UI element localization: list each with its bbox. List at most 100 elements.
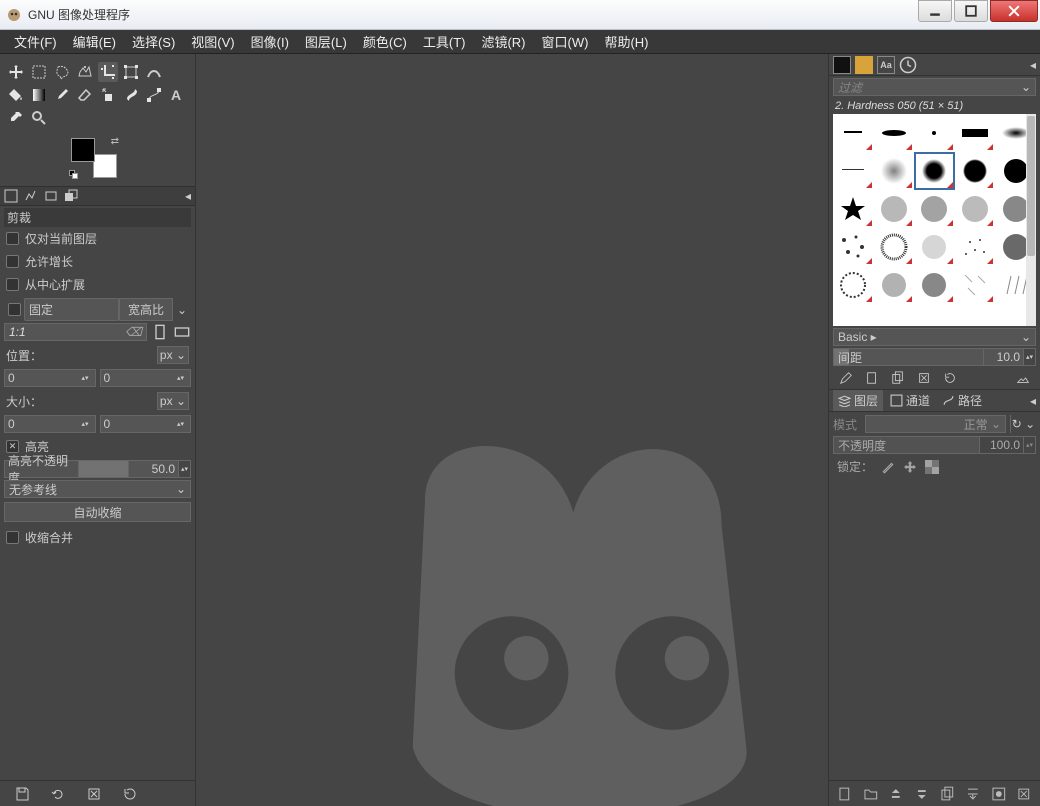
portrait-icon[interactable] <box>151 323 169 341</box>
patterns-tab-icon[interactable] <box>855 56 873 74</box>
foreground-color[interactable] <box>71 138 95 162</box>
opacity-value[interactable]: 100.0 <box>980 436 1024 454</box>
color-picker-tool[interactable] <box>6 108 26 128</box>
aspect-ratio-input[interactable]: 1:1⌫ <box>4 323 147 341</box>
reset-options-icon[interactable] <box>122 786 138 802</box>
background-color[interactable] <box>93 154 117 178</box>
brush-item[interactable] <box>833 152 874 190</box>
undo-history-tab-icon[interactable] <box>44 189 58 203</box>
brush-item[interactable] <box>914 228 955 266</box>
brush-item[interactable] <box>914 152 955 190</box>
brush-item[interactable] <box>874 152 915 190</box>
allow-grow-checkbox[interactable] <box>6 255 19 268</box>
refresh-brushes-icon[interactable] <box>943 371 957 385</box>
brush-filter-input[interactable]: 过滤⌄ <box>833 78 1036 96</box>
duplicate-layer-icon[interactable] <box>940 786 956 802</box>
save-options-icon[interactable] <box>14 786 30 802</box>
shrink-merged-checkbox[interactable] <box>6 531 19 544</box>
layers-tab-menu-icon[interactable]: ◂ <box>1030 394 1036 408</box>
channels-tab[interactable]: 通道 <box>885 390 935 411</box>
highlight-opacity-slider[interactable]: 50.0 <box>78 460 179 478</box>
gradient-tool[interactable] <box>29 85 49 105</box>
lock-position-icon[interactable] <box>903 460 917 474</box>
brush-item[interactable] <box>914 190 955 228</box>
clone-tool[interactable] <box>98 85 118 105</box>
pos-y-input[interactable]: 0▴▾ <box>100 369 192 387</box>
brush-item[interactable] <box>833 190 874 228</box>
tool-options-tab-icon[interactable] <box>4 189 18 203</box>
brush-item[interactable] <box>955 152 996 190</box>
edit-brush-icon[interactable] <box>839 371 853 385</box>
mode-reset-icon[interactable]: ↻ ⌄ <box>1010 415 1036 433</box>
merge-down-icon[interactable] <box>965 786 981 802</box>
delete-brush-icon[interactable] <box>917 371 931 385</box>
brush-item[interactable] <box>955 114 996 152</box>
brush-item[interactable] <box>955 266 996 304</box>
size-unit-dropdown[interactable]: px ⌄ <box>157 392 189 410</box>
landscape-icon[interactable] <box>173 323 191 341</box>
brushes-tab-menu-icon[interactable]: ◂ <box>1030 58 1036 72</box>
crop-tool[interactable] <box>98 62 118 82</box>
zoom-tool[interactable] <box>29 108 49 128</box>
rect-select-tool[interactable] <box>29 62 49 82</box>
fuzzy-select-tool[interactable] <box>75 62 95 82</box>
brushes-tab-icon[interactable] <box>833 56 851 74</box>
brush-item[interactable] <box>833 114 874 152</box>
layers-tab[interactable]: 图层 <box>833 390 883 411</box>
brush-item[interactable] <box>955 190 996 228</box>
spacing-spinner[interactable]: ▴▾ <box>1024 348 1036 366</box>
brush-scrollbar[interactable] <box>1026 114 1036 326</box>
menu-edit[interactable]: 编辑(E) <box>65 29 124 54</box>
brush-item[interactable] <box>874 266 915 304</box>
brush-item[interactable] <box>874 228 915 266</box>
brush-item[interactable] <box>955 228 996 266</box>
add-mask-icon[interactable] <box>991 786 1007 802</box>
path-tool[interactable] <box>144 85 164 105</box>
open-as-image-icon[interactable] <box>1016 371 1030 385</box>
lower-layer-icon[interactable] <box>914 786 930 802</box>
close-button[interactable] <box>990 0 1038 22</box>
menu-tool[interactable]: 工具(T) <box>415 29 474 54</box>
delete-layer-icon[interactable] <box>1016 786 1032 802</box>
position-unit-dropdown[interactable]: px ⌄ <box>157 346 189 364</box>
fixed-checkbox[interactable] <box>8 303 21 316</box>
smudge-tool[interactable] <box>121 85 141 105</box>
menu-layer[interactable]: 图层(L) <box>297 29 355 54</box>
raise-layer-icon[interactable] <box>888 786 904 802</box>
menu-view[interactable]: 视图(V) <box>183 29 242 54</box>
paintbrush-tool[interactable] <box>52 85 72 105</box>
tab-menu-icon[interactable]: ◂ <box>185 189 191 203</box>
free-select-tool[interactable] <box>52 62 72 82</box>
brush-item[interactable] <box>874 190 915 228</box>
document-history-tab-icon[interactable] <box>899 56 917 74</box>
new-layer-icon[interactable] <box>837 786 853 802</box>
size-w-input[interactable]: 0▴▾ <box>4 415 96 433</box>
eraser-tool[interactable] <box>75 85 95 105</box>
new-group-icon[interactable] <box>863 786 879 802</box>
fonts-tab-icon[interactable]: Aa <box>877 56 895 74</box>
default-colors-icon[interactable] <box>69 170 79 180</box>
swap-colors-icon[interactable]: ⇄ <box>111 136 119 147</box>
lock-pixels-icon[interactable] <box>881 460 895 474</box>
menu-help[interactable]: 帮助(H) <box>596 29 656 54</box>
brush-item[interactable] <box>914 266 955 304</box>
menu-filter[interactable]: 滤镜(R) <box>473 29 533 54</box>
maximize-button[interactable] <box>954 0 988 22</box>
brush-item[interactable] <box>914 114 955 152</box>
paths-tab[interactable]: 路径 <box>937 390 987 411</box>
guides-dropdown[interactable]: 无参考线⌄ <box>4 480 191 498</box>
text-tool[interactable]: A <box>167 85 187 105</box>
fixed-dropdown[interactable]: 宽高比 <box>119 298 173 321</box>
bucket-fill-tool[interactable] <box>6 85 26 105</box>
pos-x-input[interactable]: 0▴▾ <box>4 369 96 387</box>
lock-alpha-icon[interactable] <box>925 460 939 474</box>
size-h-input[interactable]: 0▴▾ <box>100 415 192 433</box>
warp-tool[interactable] <box>144 62 164 82</box>
restore-options-icon[interactable] <box>50 786 66 802</box>
images-tab-icon[interactable] <box>64 189 78 203</box>
brush-item[interactable] <box>833 266 874 304</box>
move-tool[interactable] <box>6 62 26 82</box>
mode-dropdown[interactable]: 正常 ⌄ <box>865 415 1006 433</box>
brush-item[interactable] <box>874 114 915 152</box>
spacing-value[interactable]: 10.0 <box>984 348 1024 366</box>
